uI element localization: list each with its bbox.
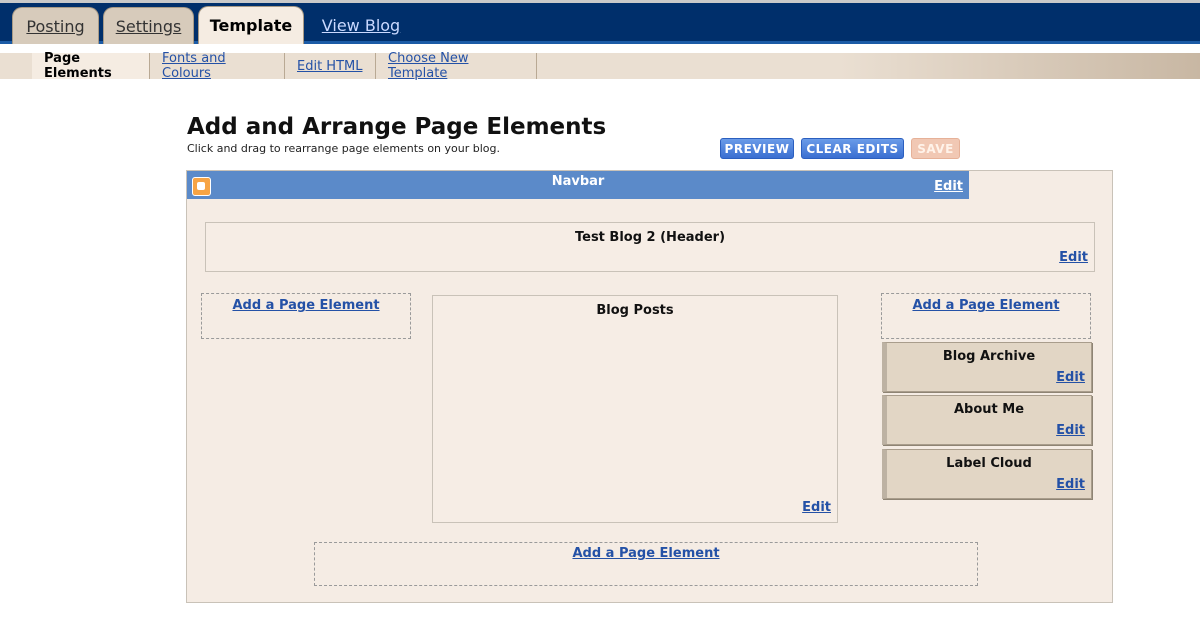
subnav-choose-template[interactable]: Choose New Template bbox=[376, 51, 537, 81]
header-title: Test Blog 2 (Header) bbox=[574, 230, 726, 245]
tab-posting[interactable]: Posting bbox=[12, 7, 99, 44]
right-add-element-zone[interactable]: Add a Page Element bbox=[881, 293, 1091, 339]
top-tab-bar: Posting Settings Template View Blog bbox=[0, 0, 1200, 44]
widget-edit-link[interactable]: Edit bbox=[1056, 370, 1085, 385]
tab-template[interactable]: Template bbox=[198, 6, 304, 44]
subnav-edit-html[interactable]: Edit HTML bbox=[285, 53, 376, 79]
widget-title: Label Cloud bbox=[946, 456, 1032, 471]
tab-view-blog[interactable]: View Blog bbox=[314, 7, 408, 44]
page-title: Add and Arrange Page Elements bbox=[187, 114, 607, 140]
header-edit-link[interactable]: Edit bbox=[1059, 250, 1088, 265]
blog-posts-edit-link[interactable]: Edit bbox=[802, 500, 831, 515]
clear-edits-button[interactable]: CLEAR EDITS bbox=[801, 138, 904, 159]
footer-add-element-link[interactable]: Add a Page Element bbox=[315, 546, 977, 561]
widget-edit-link[interactable]: Edit bbox=[1056, 477, 1085, 492]
right-add-element-link[interactable]: Add a Page Element bbox=[882, 298, 1090, 313]
widget-blog-archive[interactable]: Blog Archive Edit bbox=[882, 342, 1092, 392]
blog-posts-element[interactable]: Blog Posts Edit bbox=[432, 295, 838, 523]
widget-about-me[interactable]: About Me Edit bbox=[882, 395, 1092, 445]
widget-title: About Me bbox=[953, 402, 1025, 417]
blog-posts-title: Blog Posts bbox=[596, 303, 674, 318]
header-element[interactable]: Test Blog 2 (Header) Edit bbox=[205, 222, 1095, 272]
tab-settings[interactable]: Settings bbox=[103, 7, 194, 44]
navbar-element[interactable]: Navbar Edit bbox=[187, 171, 969, 199]
save-button[interactable]: SAVE bbox=[911, 138, 960, 159]
navbar-label: Navbar bbox=[551, 174, 605, 189]
widget-edit-link[interactable]: Edit bbox=[1056, 423, 1085, 438]
widget-label-cloud[interactable]: Label Cloud Edit bbox=[882, 449, 1092, 499]
widget-title: Blog Archive bbox=[942, 349, 1036, 364]
subnav-fonts-colours[interactable]: Fonts and Colours bbox=[150, 51, 285, 81]
preview-button[interactable]: PREVIEW bbox=[720, 138, 794, 159]
sub-navigation: Page Elements Fonts and Colours Edit HTM… bbox=[0, 51, 1200, 81]
page-subtitle: Click and drag to rearrange page element… bbox=[187, 142, 500, 155]
navbar-edit-link[interactable]: Edit bbox=[934, 179, 963, 194]
left-add-element-link[interactable]: Add a Page Element bbox=[202, 298, 410, 313]
subnav-page-elements[interactable]: Page Elements bbox=[32, 51, 150, 81]
footer-add-element-zone[interactable]: Add a Page Element bbox=[314, 542, 978, 586]
left-add-element-zone[interactable]: Add a Page Element bbox=[201, 293, 411, 339]
